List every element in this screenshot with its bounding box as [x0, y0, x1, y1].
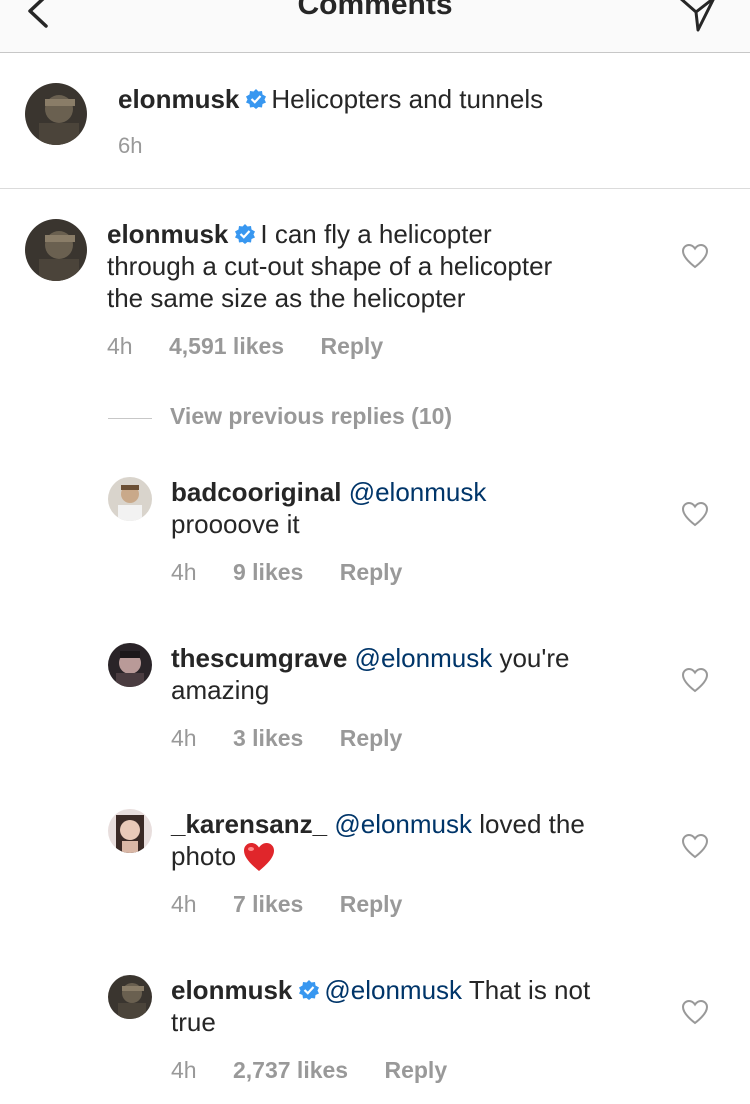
- reply-meta: 4h 3 likes Reply: [171, 725, 402, 752]
- reply-button[interactable]: Reply: [340, 891, 403, 917]
- caption-username[interactable]: elonmusk: [118, 84, 239, 114]
- mention-link[interactable]: @elonmusk: [355, 643, 493, 673]
- header-bar: Comments: [0, 0, 750, 53]
- avatar[interactable]: [108, 643, 152, 687]
- paper-plane-icon[interactable]: [676, 0, 718, 34]
- divider: [108, 418, 152, 419]
- avatar[interactable]: [108, 477, 152, 521]
- caption-body: Helicopters and tunnels: [271, 84, 544, 114]
- reply-button[interactable]: Reply: [384, 1057, 447, 1083]
- comment-meta: 4h 4,591 likes Reply: [107, 333, 383, 360]
- heart-outline-icon[interactable]: [681, 667, 709, 693]
- caption-time: 6h: [118, 133, 143, 158]
- likes-count[interactable]: 7 likes: [233, 891, 303, 917]
- mention-link[interactable]: @elonmusk: [349, 477, 487, 507]
- reply-button[interactable]: Reply: [320, 333, 383, 359]
- reply-time: 4h: [171, 891, 197, 917]
- mention-link[interactable]: @elonmusk: [324, 975, 462, 1005]
- likes-count[interactable]: 3 likes: [233, 725, 303, 751]
- reply-button[interactable]: Reply: [340, 559, 403, 585]
- reply-meta: 4h 9 likes Reply: [171, 559, 402, 586]
- reply-line-1: elonmusk @elonmusk That is not: [171, 974, 590, 1006]
- reply-button[interactable]: Reply: [340, 725, 403, 751]
- likes-count[interactable]: 9 likes: [233, 559, 303, 585]
- verified-badge-icon: [246, 89, 267, 109]
- avatar[interactable]: [108, 809, 152, 853]
- verified-badge-icon: [235, 224, 256, 244]
- comment-line-2: through a cut-out shape of a helicopter: [107, 251, 553, 281]
- avatar[interactable]: [108, 975, 152, 1019]
- reply-text: loved the: [479, 809, 585, 839]
- likes-count[interactable]: 4,591 likes: [169, 333, 284, 359]
- heart-outline-icon[interactable]: [681, 243, 709, 269]
- comment-username[interactable]: elonmusk: [107, 219, 228, 249]
- avatar[interactable]: [25, 83, 87, 145]
- divider: [0, 188, 750, 189]
- reply-line-1: badcooriginal @elonmusk: [171, 476, 486, 508]
- reply-line-2: true: [171, 1007, 216, 1037]
- comment-time: 4h: [107, 333, 133, 359]
- reply-text: That is not: [468, 975, 591, 1005]
- reply-username[interactable]: thescumgrave: [171, 643, 347, 673]
- reply-meta: 4h 7 likes Reply: [171, 891, 402, 918]
- reply-meta: 4h 2,737 likes Reply: [171, 1057, 447, 1084]
- reply-line-1: _karensanz_ @elonmusk loved the: [171, 808, 585, 840]
- reply-line-2: proooove it: [171, 509, 300, 539]
- reply-line-2: amazing: [171, 675, 270, 705]
- heart-outline-icon[interactable]: [681, 999, 709, 1025]
- heart-outline-icon[interactable]: [681, 833, 709, 859]
- likes-count[interactable]: 2,737 likes: [233, 1057, 348, 1083]
- view-previous-replies-button[interactable]: View previous replies (10): [170, 403, 452, 430]
- reply-username[interactable]: _karensanz_: [171, 809, 327, 839]
- comment-line-3: the same size as the helicopter: [107, 283, 466, 313]
- caption-text: elonmusk Helicopters and tunnels: [118, 83, 543, 115]
- reply-time: 4h: [171, 725, 197, 751]
- reply-line-2: photo: [171, 840, 276, 873]
- comment-text: I can fly a helicopter: [260, 219, 492, 249]
- reply-text: you're: [499, 643, 570, 673]
- heart-outline-icon[interactable]: [681, 501, 709, 527]
- verified-badge-icon: [299, 980, 320, 1000]
- reply-time: 4h: [171, 559, 197, 585]
- avatar[interactable]: [25, 219, 87, 281]
- reply-username[interactable]: badcooriginal: [171, 477, 341, 507]
- page-title: Comments: [297, 0, 453, 21]
- reply-text: photo: [171, 841, 237, 871]
- mention-link[interactable]: @elonmusk: [334, 809, 472, 839]
- red-heart-emoji-icon: [244, 843, 275, 871]
- reply-time: 4h: [171, 1057, 197, 1083]
- comment-line-1: elonmusk I can fly a helicopter: [107, 218, 492, 250]
- reply-username[interactable]: elonmusk: [171, 975, 292, 1005]
- reply-line-1: thescumgrave @elonmusk you're: [171, 642, 569, 674]
